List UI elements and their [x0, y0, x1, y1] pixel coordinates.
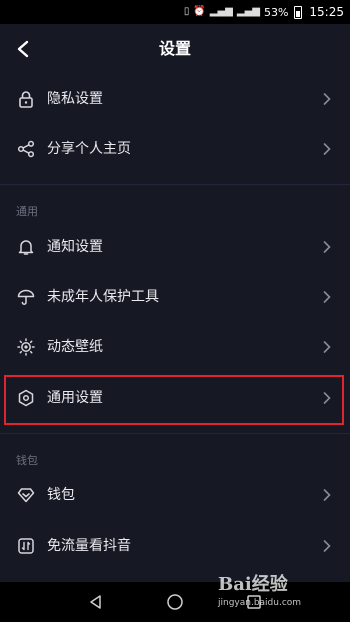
settings-item-share-profile[interactable]: 分享个人主页 — [0, 124, 350, 174]
settings-item-label: 隐私设置 — [47, 91, 103, 107]
watermark: Bai经验 jingyan.baidu.com — [218, 570, 328, 616]
signal-icon: ▂▄▆ — [209, 6, 233, 17]
status-icons: ▯ ⏰ ▂▄▆ ▂▄▆ 53% 15:25 — [184, 0, 344, 24]
chevron-right-icon — [322, 539, 332, 553]
back-button[interactable] — [10, 36, 36, 62]
settings-item-label: 动态壁纸 — [47, 339, 103, 355]
alarm-icon: ⏰ — [193, 6, 206, 17]
settings-item-live-wallpaper[interactable]: 动态壁纸 — [0, 322, 350, 372]
circle-home-icon — [167, 594, 183, 610]
diamond-icon — [16, 485, 36, 505]
nav-home-button[interactable] — [165, 592, 185, 612]
signal-icon-2: ▂▄▆ — [236, 6, 260, 17]
section-divider — [0, 433, 350, 434]
settings-item-label: 钱包 — [47, 487, 75, 503]
watermark-url: jingyan.baidu.com — [218, 598, 302, 608]
settings-item-minor-protection[interactable]: 未成年人保护工具 — [0, 272, 350, 322]
status-bar: ▯ ⏰ ▂▄▆ ▂▄▆ 53% 15:25 — [0, 0, 350, 24]
section-divider — [0, 184, 350, 185]
bell-icon — [16, 237, 36, 257]
wallpaper-icon — [16, 337, 36, 357]
settings-item-label: 通知设置 — [47, 239, 103, 255]
clock: 15:25 — [309, 5, 344, 19]
chevron-right-icon — [322, 92, 332, 106]
settings-item-label: 未成年人保护工具 — [47, 289, 159, 305]
chevron-right-icon — [322, 340, 332, 354]
watermark-logo: Bai经验 — [218, 574, 288, 595]
settings-item-label: 免流量看抖音 — [47, 538, 131, 554]
header: 设置 — [0, 24, 350, 74]
battery-icon — [294, 5, 303, 19]
data-icon — [16, 536, 36, 556]
section-label-wallet: 钱包 — [16, 454, 38, 467]
section-label-general: 通用 — [16, 205, 38, 218]
settings-item-label: 分享个人主页 — [47, 141, 131, 157]
chevron-right-icon — [322, 240, 332, 254]
settings-item-free-data[interactable]: 免流量看抖音 — [0, 521, 350, 571]
settings-item-wallet[interactable]: 钱包 — [0, 470, 350, 520]
lock-icon — [16, 89, 36, 109]
umbrella-icon — [16, 287, 36, 307]
triangle-back-icon — [90, 595, 101, 609]
page-title: 设置 — [158, 39, 191, 58]
battery-percent: 53% — [263, 5, 289, 19]
settings-item-privacy[interactable]: 隐私设置 — [0, 74, 350, 124]
chevron-left-icon — [17, 40, 29, 58]
vibrate-icon: ▯ — [183, 6, 190, 17]
settings-item-notifications[interactable]: 通知设置 — [0, 222, 350, 272]
chevron-right-icon — [322, 290, 332, 304]
highlight-box — [4, 375, 344, 425]
nav-back-button[interactable] — [86, 592, 106, 612]
chevron-right-icon — [322, 142, 332, 156]
share-icon — [16, 139, 36, 159]
chevron-right-icon — [322, 488, 332, 502]
